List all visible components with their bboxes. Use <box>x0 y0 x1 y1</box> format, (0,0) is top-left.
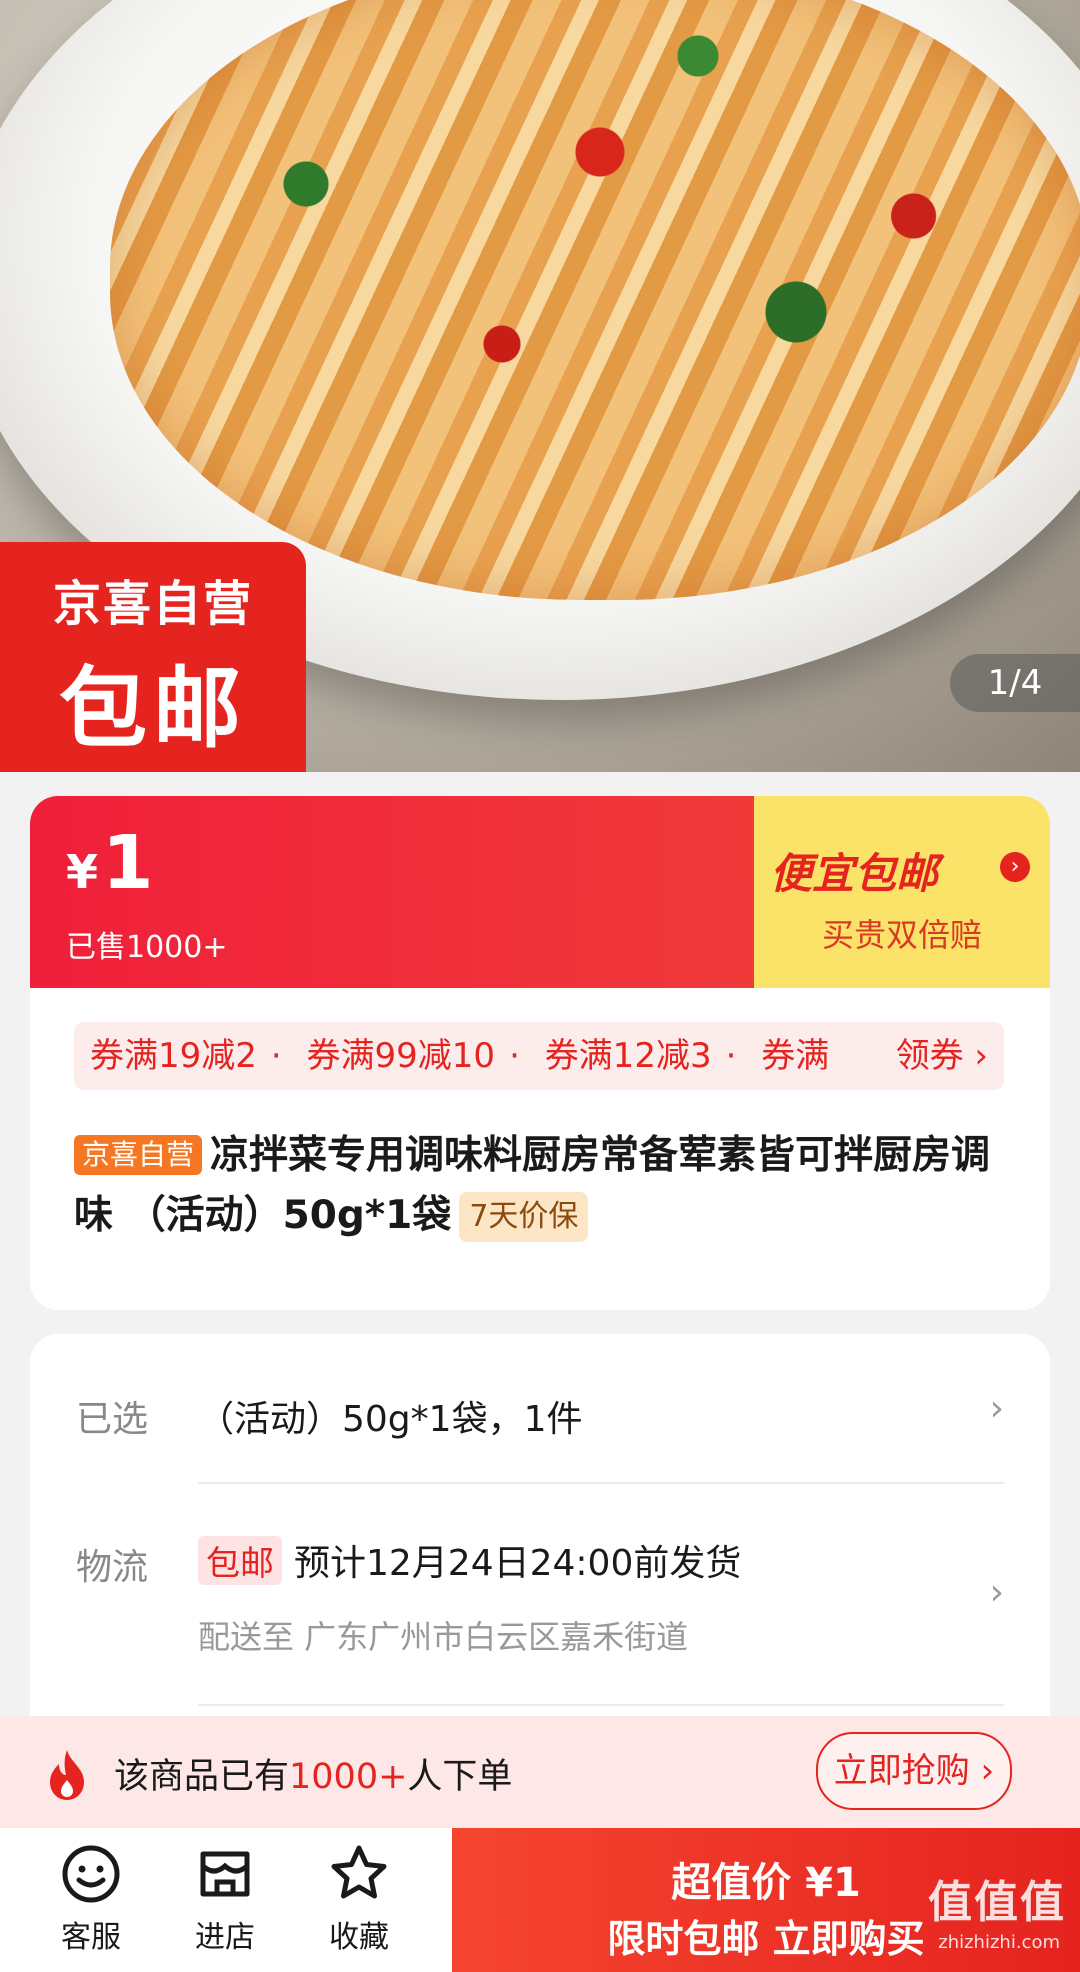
divider <box>198 1482 1004 1484</box>
favorite-label: 收藏 <box>329 1920 389 1955</box>
price-bar: ¥1 已售1000+ <box>30 796 754 988</box>
coupon-item: 券满19减2 <box>90 1036 257 1076</box>
coupon-list: 券满19减2 · 券满99减10 · 券满12减3 · 券满 <box>90 1036 830 1076</box>
price-amount: 1 <box>102 820 154 906</box>
get-coupon-button[interactable]: 领券 › <box>873 1022 988 1090</box>
product-image-carousel[interactable]: 京喜自营 包邮 1/4 <box>0 0 1080 772</box>
sold-count: 已售1000+ <box>66 930 228 965</box>
selected-value: （活动）50g*1袋，1件 <box>198 1399 583 1440</box>
product-title-block: 京喜自营 凉拌菜专用调味料厨房常备荤素皆可拌厨房调味 （活动）50g*1袋 7天价保 <box>74 1126 1014 1246</box>
selected-label: 已选 <box>76 1399 149 1440</box>
chevron-right-icon: › <box>1000 852 1030 882</box>
divider <box>198 1704 1004 1706</box>
price-display: ¥1 <box>66 820 154 906</box>
order-notice-bar: 该商品已有1000+人下单 立即抢购 › <box>0 1716 1080 1828</box>
notice-suffix: 人下单 <box>407 1757 513 1797</box>
price-card: ¥1 已售1000+ 便宜包邮 › 买贵双倍赔 券满19减2 · 券满99减10 ·… <box>30 796 1050 1310</box>
delivery-address: 配送至 广东广州市白云区嘉禾街道 <box>198 1618 689 1656</box>
watermark-url: zhizhizhi.com <box>938 1932 1060 1953</box>
free-shipping-tag: 包邮 <box>198 1536 282 1585</box>
coupon-row[interactable]: 券满19减2 · 券满99减10 · 券满12减3 · 券满 领券 › <box>74 1022 1004 1090</box>
image-counter: 1/4 <box>950 654 1080 712</box>
promo-title: 便宜包邮 <box>770 849 939 898</box>
self-operated-tag: 京喜自营 <box>74 1135 203 1175</box>
logistics-label: 物流 <box>76 1547 149 1588</box>
bottom-action-bar: 客服 进店 收藏 超值价 ¥1 限时包邮 立即购买 <box>0 1828 1080 1972</box>
order-count-text: 该商品已有1000+人下单 <box>114 1748 512 1799</box>
service-label: 客服 <box>61 1920 121 1955</box>
watermark-logo: 值值值 <box>928 1877 1066 1928</box>
star-icon <box>331 1845 387 1899</box>
coupon-item: 券满99减10 <box>306 1036 496 1076</box>
rush-buy-button[interactable]: 立即抢购 › <box>816 1732 1012 1810</box>
self-operated-badge: 京喜自营 包邮 <box>0 542 306 772</box>
currency-symbol: ¥ <box>66 845 99 899</box>
store-button[interactable]: 进店 <box>170 1842 280 1956</box>
favorite-button[interactable]: 收藏 <box>304 1842 414 1956</box>
promo-subtitle: 买贵双倍赔 <box>821 916 982 954</box>
order-count: 1000+ <box>289 1757 408 1797</box>
coupon-item: 券满 <box>761 1036 830 1076</box>
notice-prefix: 该商品已有 <box>114 1757 290 1797</box>
store-label: 进店 <box>195 1920 255 1955</box>
customer-service-button[interactable]: 客服 <box>36 1842 146 1956</box>
coupon-item: 券满12减3 <box>544 1036 712 1076</box>
badge-line2: 包邮 <box>58 657 247 760</box>
chat-face-icon <box>62 1845 120 1903</box>
cheap-free-shipping-promo[interactable]: 便宜包邮 › 买贵双倍赔 <box>754 796 1050 988</box>
spec-logistics-card: 已选 （活动）50g*1袋，1件 › 物流 包邮 预计12月24日24:00前发货… <box>30 1334 1050 1754</box>
chevron-right-icon: › <box>989 1388 1004 1429</box>
chevron-right-icon: › <box>989 1572 1004 1613</box>
ship-eta: 预计12月24日24:00前发货 <box>294 1543 742 1584</box>
store-icon <box>200 1851 250 1897</box>
badge-line1: 京喜自营 <box>52 576 253 632</box>
shipping-info: 包邮 预计12月24日24:00前发货 <box>198 1534 741 1586</box>
price-protect-tag[interactable]: 7天价保 <box>459 1192 589 1242</box>
product-photo-food <box>110 0 1080 600</box>
flame-icon <box>50 1750 84 1800</box>
